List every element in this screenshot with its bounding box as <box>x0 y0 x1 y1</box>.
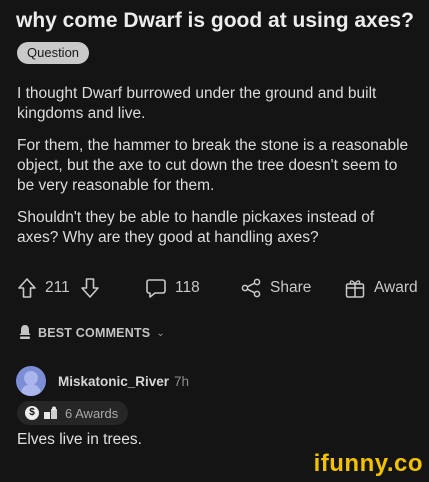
post-paragraph: Shouldn't they be able to handle pickaxe… <box>17 209 375 246</box>
downvote-icon[interactable] <box>80 277 100 299</box>
comment-text: Elves live in trees. <box>17 431 142 448</box>
post-action-bar: 211 118 Share Award <box>17 274 421 302</box>
comments-button[interactable]: 118 <box>145 274 200 302</box>
comment-icon <box>145 277 167 299</box>
post-flair[interactable]: Question <box>17 42 90 64</box>
comment-count: 118 <box>175 279 200 296</box>
comment-awards-badge[interactable]: $ 6 Awards <box>17 401 129 425</box>
ifunny-watermark: ifunny.co <box>313 450 423 477</box>
comment-header: Miskatonic_River 7h <box>16 366 189 396</box>
comment-sort-selector[interactable]: BEST COMMENTS ⌄ <box>18 324 165 342</box>
comment-username[interactable]: Miskatonic_River <box>58 374 169 389</box>
comment-sort-label: BEST COMMENTS <box>38 326 151 340</box>
post-page: why come Dwarf is good at using axes? Qu… <box>0 0 429 482</box>
vote-controls: 211 <box>17 274 100 302</box>
vote-count: 211 <box>45 279 70 296</box>
comment-awards-count: 6 Awards <box>65 405 119 421</box>
share-button[interactable]: Share <box>240 274 311 302</box>
share-icon <box>240 277 262 299</box>
share-label: Share <box>270 279 312 296</box>
comments-sort-icon <box>18 324 32 343</box>
award-label: Award <box>374 279 418 296</box>
post-title: why come Dwarf is good at using axes? <box>16 9 414 32</box>
post-body: I thought Dwarf burrowed under the groun… <box>17 84 417 260</box>
chevron-down-icon: ⌄ <box>156 327 165 339</box>
avatar-icon[interactable] <box>16 366 46 396</box>
post-paragraph: I thought Dwarf burrowed under the groun… <box>17 85 377 122</box>
silver-award-icon: $ <box>25 406 39 420</box>
upvote-icon[interactable] <box>17 277 37 299</box>
post-paragraph: For them, the hammer to break the stone … <box>17 137 409 194</box>
award-icon <box>344 277 366 299</box>
helpful-award-icon <box>43 406 59 420</box>
comment-timestamp: 7h <box>174 373 190 389</box>
award-button[interactable]: Award <box>344 274 418 302</box>
